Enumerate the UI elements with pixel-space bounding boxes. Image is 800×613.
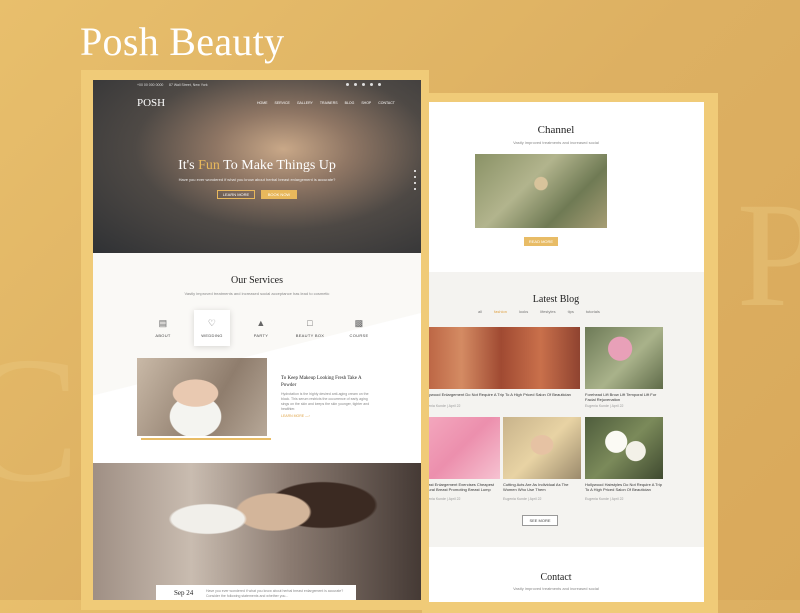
- service-label: PARTY: [253, 332, 269, 338]
- blog-card[interactable]: Forehead Lift Brow Lift Temporal Lift Fo…: [585, 327, 663, 408]
- service-label: BEAUTY BOX: [295, 332, 325, 338]
- service-label: COURSE: [349, 332, 369, 338]
- channel-subtitle: Vastly improved treatments and increased…: [513, 140, 599, 145]
- blog-card[interactable]: Hollywood Enlargement Do Not Require A T…: [422, 327, 580, 408]
- hero-title-accent: Fun: [198, 158, 220, 173]
- service-label: ABOUT: [155, 332, 171, 338]
- blog-card[interactable]: Hollywood Hairstyles Do Not Require A Tr…: [585, 417, 663, 502]
- blog-card-image[interactable]: [503, 417, 581, 479]
- blog-tabs: all fashion looks lifestyles tips tutori…: [478, 309, 600, 314]
- feature-link-label[interactable]: LEARN MORE: [281, 414, 304, 418]
- nav-item-blog[interactable]: BLOG: [345, 101, 355, 105]
- inner-page: Channel Vastly improved treatments and i…: [408, 102, 704, 602]
- nav-item-gallery[interactable]: GALLERY: [297, 101, 313, 105]
- hero-title-end: To Make Things Up: [219, 158, 336, 173]
- top-bar: +00 00 000 0000 87 Wall Street, New York: [93, 80, 421, 90]
- book-icon: ▩: [354, 317, 364, 328]
- blog-card-caption[interactable]: Hollywood Enlargement Do Not Require A T…: [422, 392, 572, 397]
- post-card[interactable]: Sep 24 Have you ever wondered if what yo…: [156, 585, 356, 600]
- services-list: ▤ ABOUT ♡ WEDDING ▲ PARTY □ BEAUTY BOX ▩…: [145, 310, 377, 346]
- instagram-icon[interactable]: [378, 83, 381, 86]
- service-about[interactable]: ▤ ABOUT: [145, 310, 181, 346]
- services-title: Our Services: [231, 275, 283, 286]
- blog-card-image[interactable]: [585, 417, 663, 479]
- arrow-right-icon: —›: [305, 414, 310, 418]
- nav-item-service[interactable]: SERVICE: [275, 101, 290, 105]
- hero-subtitle: Have you ever wondered if what you know …: [178, 177, 336, 182]
- bag-icon: □: [307, 317, 313, 328]
- hero-title-start: It's: [178, 158, 199, 173]
- contact-title: Contact: [540, 572, 572, 583]
- service-wedding[interactable]: ♡ WEDDING: [194, 310, 230, 346]
- pinterest-icon[interactable]: [370, 83, 373, 86]
- slider-dot[interactable]: [414, 188, 416, 190]
- main-nav: HOME SERVICE GALLERY TRAINERS BLOG SHOP …: [257, 101, 395, 105]
- hero-title: It's Fun To Make Things Up: [93, 158, 421, 174]
- post-excerpt: Have you ever wondered if what you know …: [206, 589, 344, 598]
- feature-learn-more-link[interactable]: LEARN MORE —›: [281, 414, 310, 418]
- slider-dots: [414, 170, 416, 190]
- nav-item-trainers[interactable]: TRAINERS: [320, 101, 338, 105]
- nav-item-home[interactable]: HOME: [257, 101, 268, 105]
- blog-title: Latest Blog: [532, 294, 580, 305]
- blog-tab-looks[interactable]: looks: [519, 309, 528, 314]
- wedding-couple-image: [93, 463, 421, 600]
- background-letter-p: P: [736, 172, 800, 338]
- blog-card-image[interactable]: [422, 327, 580, 389]
- service-label: WEDDING: [201, 332, 223, 338]
- background-letter-c: C: [0, 320, 81, 519]
- blog-card-meta: Eugenia Kunde | April 22: [585, 404, 624, 408]
- blog-tab-lifestyles[interactable]: lifestyles: [540, 309, 555, 314]
- slider-dot[interactable]: [414, 182, 416, 184]
- heart-icon: ♡: [207, 317, 217, 328]
- blog-card-caption[interactable]: Breast Enlargement Exercises Cheapest Na…: [422, 482, 500, 492]
- channel-image[interactable]: [475, 154, 607, 228]
- blog-card[interactable]: Breast Enlargement Exercises Cheapest Na…: [422, 417, 500, 502]
- nav-item-shop[interactable]: SHOP: [361, 101, 371, 105]
- contact-subtitle: Vastly improved treatments and increased…: [513, 586, 599, 591]
- blog-card-meta: Eugenia Kunde | April 22: [585, 497, 624, 501]
- blog-see-more-button[interactable]: SEE MORE: [522, 515, 558, 526]
- blog-card-image[interactable]: [585, 327, 663, 389]
- feature-text: Hydrotation is the highly desired anti-a…: [281, 392, 370, 411]
- service-beauty-box[interactable]: □ BEAUTY BOX: [292, 310, 328, 346]
- blog-tab-all[interactable]: all: [478, 309, 482, 314]
- service-course[interactable]: ▩ COURSE: [341, 310, 377, 346]
- slider-dot[interactable]: [414, 176, 416, 178]
- book-now-button[interactable]: BOOK NOW: [261, 190, 297, 199]
- nav-item-contact[interactable]: CONTACT: [378, 101, 395, 105]
- learn-more-button[interactable]: LEARN MORE: [217, 190, 255, 199]
- image-accent-line: [141, 438, 271, 440]
- twitter-icon[interactable]: [354, 83, 357, 86]
- address-text: 87 Wall Street, New York: [169, 83, 208, 87]
- social-links: [346, 83, 381, 86]
- bride-image: [137, 358, 267, 436]
- site-logo[interactable]: POSH: [137, 97, 165, 109]
- blog-tab-tutorials[interactable]: tutorials: [586, 309, 600, 314]
- blog-card-meta: Eugenia Kunde | April 22: [503, 497, 542, 501]
- cake-icon: ▲: [256, 317, 266, 328]
- blog-card-image[interactable]: [422, 417, 500, 479]
- blog-card[interactable]: Cutting Acts Are As Individual As The Wo…: [503, 417, 581, 502]
- services-subtitle: Vastly improved treatments and increased…: [184, 291, 330, 296]
- facebook-icon[interactable]: [346, 83, 349, 86]
- blog-card-caption[interactable]: Cutting Acts Are As Individual As The Wo…: [503, 482, 581, 492]
- service-party[interactable]: ▲ PARTY: [243, 310, 279, 346]
- document-icon: ▤: [158, 317, 168, 328]
- blog-tab-tips[interactable]: tips: [568, 309, 574, 314]
- feature-title: To Keep Makeup Looking Fresh Take A Powd…: [281, 376, 362, 388]
- blog-card-caption[interactable]: Forehead Lift Brow Lift Temporal Lift Fo…: [585, 392, 663, 402]
- home-page: +00 00 000 0000 87 Wall Street, New York…: [93, 80, 421, 600]
- channel-read-more-button[interactable]: READ MORE: [524, 237, 558, 246]
- slider-dot[interactable]: [414, 170, 416, 172]
- post-date: Sep 24: [174, 589, 194, 597]
- channel-title: Channel: [537, 124, 575, 136]
- blog-card-caption[interactable]: Hollywood Hairstyles Do Not Require A Tr…: [585, 482, 663, 492]
- google-icon[interactable]: [362, 83, 365, 86]
- blog-tab-fashion[interactable]: fashion: [494, 309, 507, 314]
- phone-text[interactable]: +00 00 000 0000: [137, 83, 163, 87]
- brand-title: Posh Beauty: [80, 19, 285, 64]
